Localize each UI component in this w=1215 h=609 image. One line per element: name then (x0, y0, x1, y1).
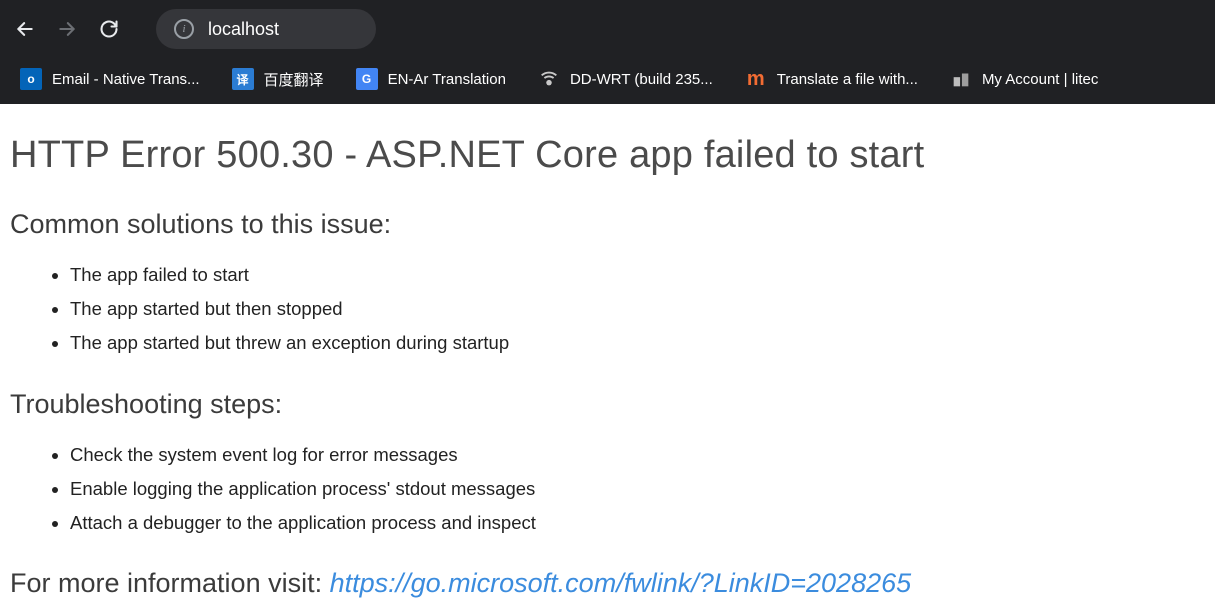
matecat-icon: m (745, 69, 767, 89)
browser-chrome: i localhost o Email - Native Trans... 译 … (0, 0, 1215, 104)
bookmarks-bar: o Email - Native Trans... 译 百度翻译 G EN-Ar… (0, 58, 1215, 104)
site-info-icon[interactable]: i (174, 19, 194, 39)
litecoin-icon (950, 68, 972, 90)
nav-bar: i localhost (0, 0, 1215, 58)
list-item: The app failed to start (70, 258, 1205, 292)
list-item: Enable logging the application process' … (70, 472, 1205, 506)
bookmark-ddwrt[interactable]: DD-WRT (build 235... (538, 68, 713, 90)
bookmark-label: Email - Native Trans... (52, 71, 200, 88)
baidu-icon: 译 (232, 68, 254, 90)
more-info: For more information visit: https://go.m… (10, 568, 1205, 599)
bookmark-label: EN-Ar Translation (388, 71, 506, 88)
bookmark-label: My Account | litec (982, 71, 1098, 88)
bookmark-label: 百度翻译 (264, 69, 324, 90)
bookmark-litecoin[interactable]: My Account | litec (950, 68, 1098, 90)
troubleshooting-list: Check the system event log for error mes… (10, 438, 1205, 541)
bookmark-label: Translate a file with... (777, 71, 918, 88)
reload-button[interactable] (98, 18, 120, 40)
list-item: Attach a debugger to the application pro… (70, 506, 1205, 540)
list-item: The app started but then stopped (70, 292, 1205, 326)
address-bar[interactable]: i localhost (156, 9, 376, 49)
bookmark-email[interactable]: o Email - Native Trans... (20, 68, 200, 90)
solutions-list: The app failed to start The app started … (10, 258, 1205, 361)
bookmark-baidu[interactable]: 译 百度翻译 (232, 68, 324, 90)
bookmark-label: DD-WRT (build 235... (570, 71, 713, 88)
bookmark-gtranslate[interactable]: G EN-Ar Translation (356, 68, 506, 90)
gtranslate-icon: G (356, 68, 378, 90)
bookmark-matecat[interactable]: m Translate a file with... (745, 69, 918, 89)
list-item: The app started but threw an exception d… (70, 326, 1205, 360)
forward-button[interactable] (56, 18, 78, 40)
ddwrt-icon (538, 68, 560, 90)
back-button[interactable] (14, 18, 36, 40)
more-info-link[interactable]: https://go.microsoft.com/fwlink/?LinkID=… (330, 568, 912, 598)
page-content: HTTP Error 500.30 - ASP.NET Core app fai… (0, 104, 1215, 609)
solutions-heading: Common solutions to this issue: (10, 209, 1205, 240)
page-title: HTTP Error 500.30 - ASP.NET Core app fai… (10, 134, 1205, 177)
url-text: localhost (208, 19, 279, 40)
troubleshooting-heading: Troubleshooting steps: (10, 389, 1205, 420)
more-info-prefix: For more information visit: (10, 568, 330, 598)
list-item: Check the system event log for error mes… (70, 438, 1205, 472)
outlook-icon: o (20, 68, 42, 90)
